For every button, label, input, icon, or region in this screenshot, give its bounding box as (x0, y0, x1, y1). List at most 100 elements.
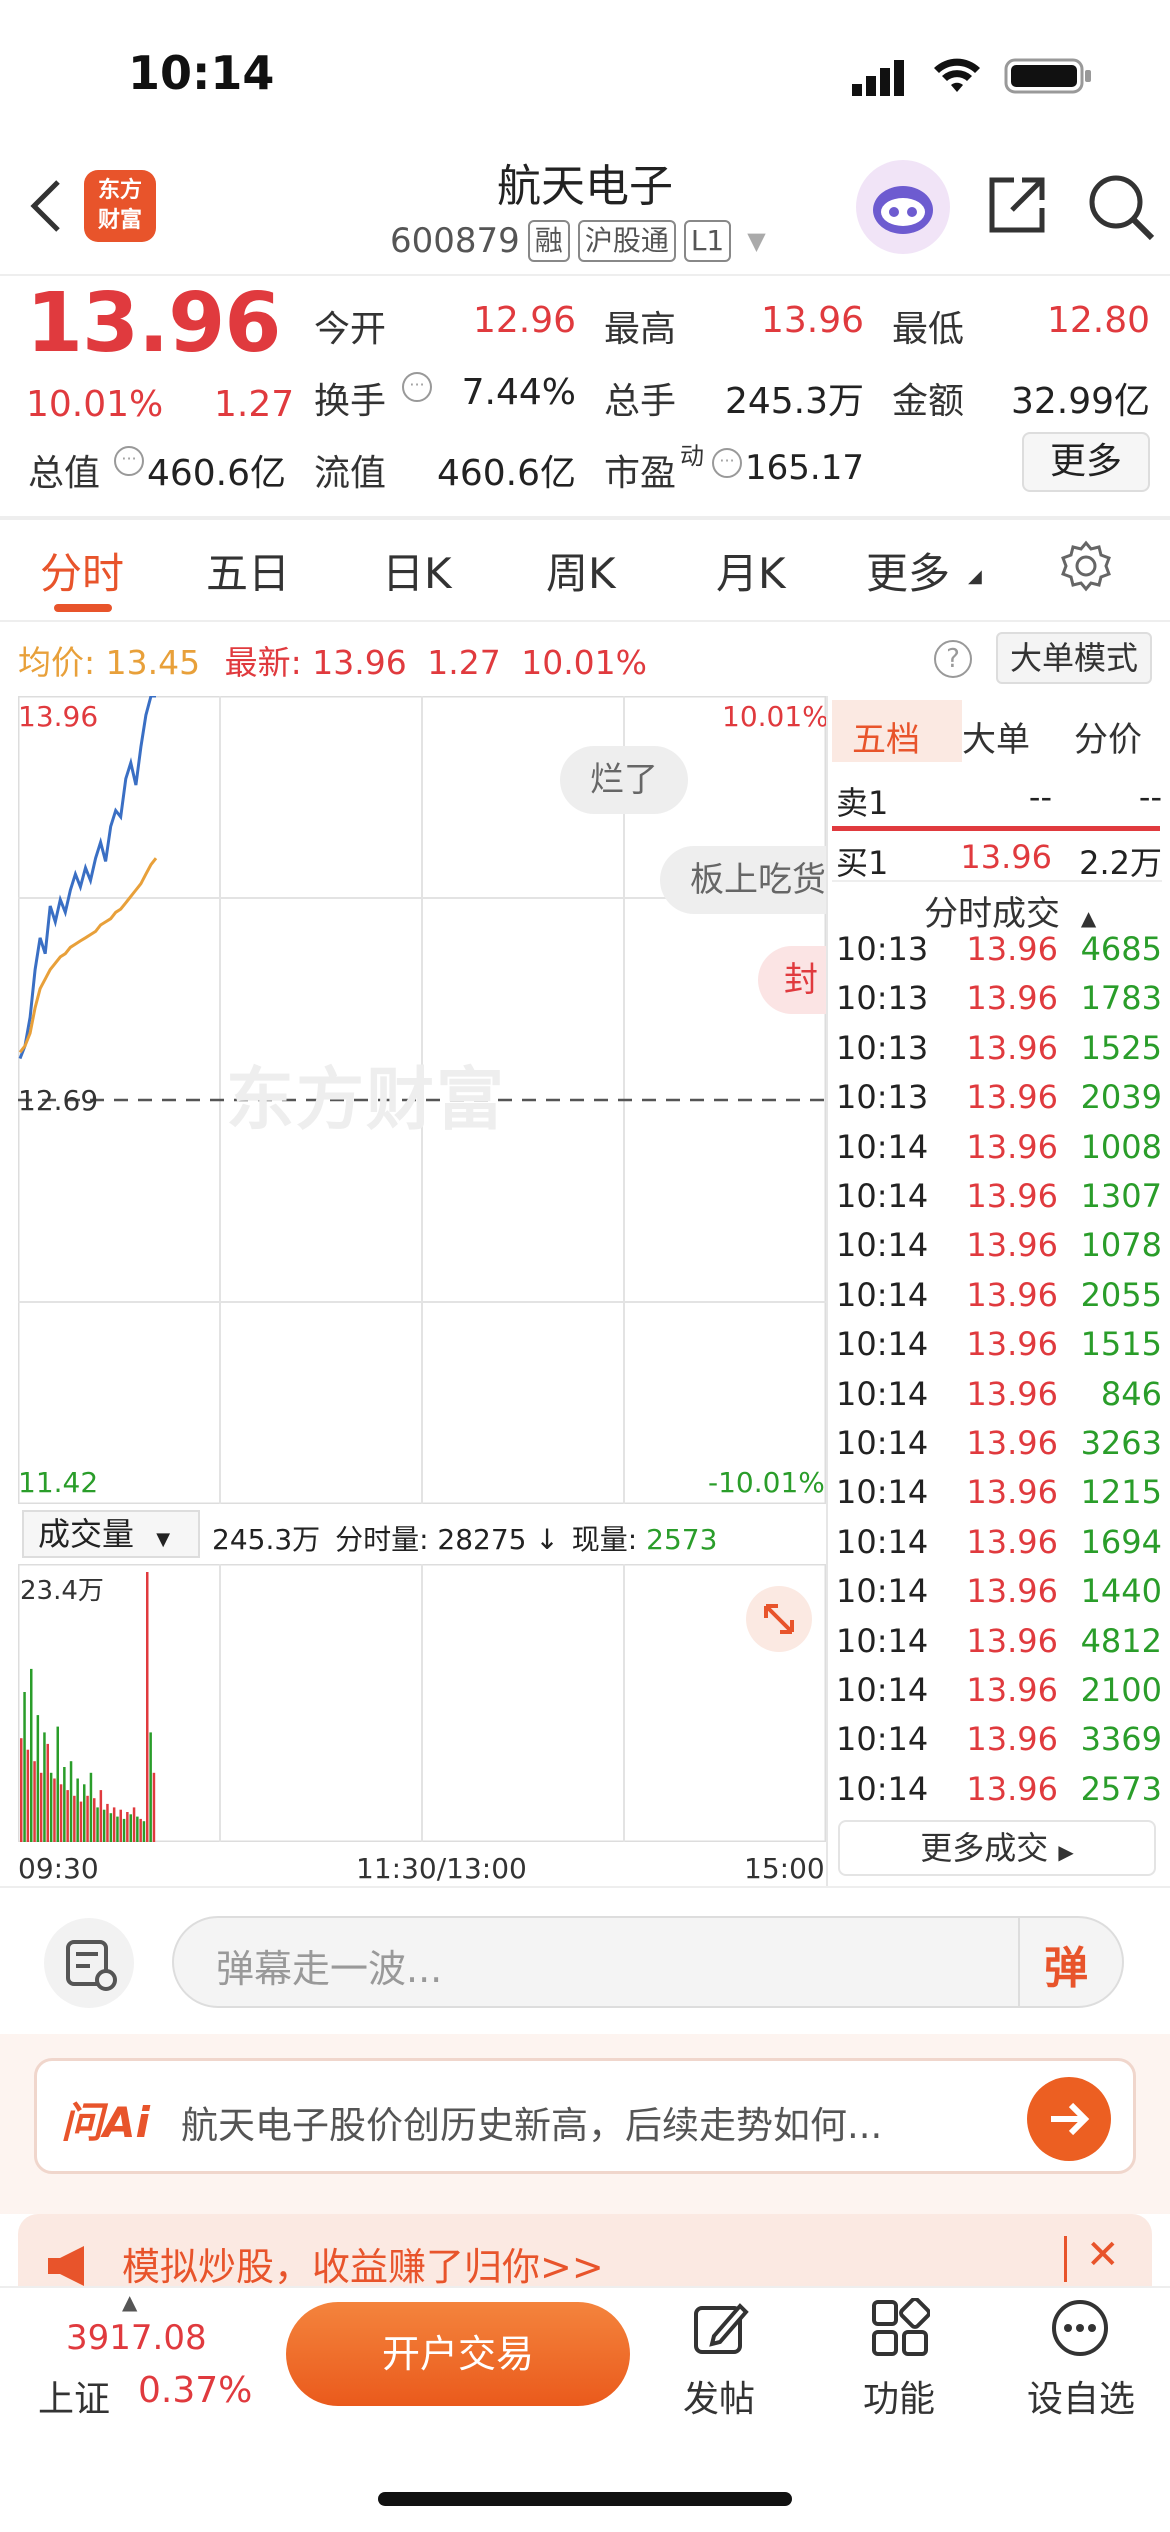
close-icon[interactable]: ✕ (1086, 2232, 1120, 2278)
share-icon[interactable] (984, 172, 1050, 242)
trade-volume: 3263 (1080, 1424, 1162, 1462)
trade-volume: 1215 (1080, 1473, 1162, 1512)
danmu-list-icon[interactable] (44, 1918, 134, 2008)
tab-intraday[interactable]: 分时 (40, 540, 124, 601)
value-open: 12.96 (472, 300, 576, 341)
tab-five-day[interactable]: 五日 (206, 540, 290, 601)
label-amount: 金额 (892, 381, 965, 422)
sell-1-vol: -- (1138, 778, 1162, 816)
trade-volume: 1440 (1080, 1572, 1162, 1611)
tab-monthly-k[interactable]: 月K (716, 540, 786, 601)
intraday-info: 均价: 13.45 最新: 13.96 1.27 10.01% (18, 636, 647, 684)
search-icon[interactable] (1086, 172, 1156, 246)
trade-time: 10:14 (836, 1473, 929, 1512)
trade-volume: 1307 (1080, 1177, 1162, 1215)
trade-row: 10:14 13.96 846 (836, 1375, 1162, 1424)
value-amount: 32.99亿 (1010, 381, 1150, 422)
big-order-mode-button[interactable]: 大单模式 (996, 632, 1152, 684)
more-trades-button[interactable]: 更多成交 ▶ (838, 1820, 1156, 1876)
trade-row: 10:13 13.96 4685 (836, 930, 1162, 979)
sell-1-label: 卖1 (836, 784, 889, 822)
volume-bar (73, 1795, 76, 1842)
price-line (18, 696, 156, 1060)
signal-icon (852, 58, 908, 102)
volume-bar (116, 1816, 119, 1842)
trade-volume: 1078 (1080, 1226, 1162, 1265)
tab-weekly-k[interactable]: 周K (546, 540, 616, 601)
sort-up-icon: ▲ (1080, 906, 1097, 930)
trade-time: 10:13 (836, 1078, 929, 1117)
settings-gear-icon[interactable] (1060, 540, 1112, 596)
label-open: 今开 (314, 309, 387, 350)
tab-daily-k[interactable]: 日K (382, 540, 452, 601)
trade-row: 10:14 13.96 1215 (836, 1473, 1162, 1522)
value-high: 13.96 (760, 300, 864, 341)
avg-label: 均价: (18, 643, 96, 682)
danmu-send-button[interactable]: 弹 (1044, 1932, 1088, 1996)
ai-question-box[interactable]: 问Ai 航天电子股价创历史新高，后续走势如何... (34, 2058, 1136, 2174)
trade-time: 10:14 (836, 1424, 929, 1462)
robot-avatar-icon[interactable] (856, 160, 950, 254)
volume-selector[interactable]: 成交量 ▼ (22, 1510, 200, 1558)
volume-bar (33, 1761, 36, 1842)
nav-functions[interactable]: 功能 (834, 2370, 964, 2422)
nav-post[interactable]: 发帖 (654, 2370, 784, 2422)
volume-bar (122, 1818, 126, 1842)
tab-more-arrow-icon: ◢ (968, 566, 982, 587)
value-float-cap: 460.6亿 (436, 453, 576, 494)
tag-connect: 沪股通 (577, 220, 676, 262)
info-icon[interactable]: ··· (402, 372, 432, 402)
volume-bar (146, 1572, 149, 1842)
value-low: 12.80 (1046, 300, 1150, 341)
index-pct[interactable]: 0.37% (138, 2370, 252, 2411)
stock-subtitle[interactable]: 600879 融 沪股通 L1 ▼ (390, 220, 766, 262)
minute-vol-value: 28275 (437, 1523, 527, 1556)
open-trade-button[interactable]: 开户交易 (286, 2302, 630, 2406)
input-divider (1018, 1918, 1020, 2006)
volume-bar (39, 1772, 43, 1842)
buy-1-label: 买1 (836, 844, 889, 882)
trade-row: 10:14 13.96 1515 (836, 1325, 1162, 1374)
trade-row: 10:14 13.96 1694 (836, 1523, 1162, 1572)
tab-big-orders[interactable]: 大单 (962, 712, 1030, 761)
help-icon[interactable]: ? (934, 640, 972, 678)
info-icon[interactable]: ··· (114, 446, 144, 476)
latest-pct: 10.01% (521, 643, 648, 682)
tab-order-book[interactable]: 五档 (852, 712, 920, 761)
trade-row: 10:13 13.96 1783 (836, 979, 1162, 1028)
arrow-right-icon[interactable] (1027, 2077, 1111, 2161)
volume-bar (89, 1772, 93, 1842)
danmu-input[interactable]: 弹幕走一波... 弹 (172, 1916, 1124, 2008)
more-stats-button[interactable]: 更多 (1022, 432, 1150, 492)
trades-title[interactable]: 分时成交 ▲ (924, 886, 1096, 935)
trade-volume: 2055 (1080, 1275, 1162, 1314)
trade-row: 10:14 13.96 1008 (836, 1128, 1162, 1177)
sell-1-price: -- (1028, 778, 1052, 816)
trade-time: 10:13 (836, 930, 929, 968)
info-icon[interactable]: ··· (712, 448, 742, 478)
trade-time: 10:13 (836, 979, 929, 1018)
trade-time: 10:14 (836, 1275, 929, 1314)
trade-price: 13.96 (966, 1275, 1058, 1314)
label-float-cap: 流值 (314, 453, 387, 494)
volume-chart[interactable] (18, 1564, 826, 1842)
axis-mid-price: 12.69 (18, 1084, 99, 1117)
current-price: 13.96 (26, 276, 281, 371)
volume-bar (112, 1807, 116, 1842)
trade-volume: 4685 (1080, 930, 1162, 968)
trade-volume: 2100 (1080, 1671, 1162, 1709)
volume-bar (43, 1732, 46, 1842)
nav-watchlist[interactable]: 设自选 (1016, 2370, 1146, 2422)
tab-price-dist[interactable]: 分价 (1074, 712, 1142, 761)
spread-line (832, 826, 1160, 831)
volume-bar (142, 1821, 146, 1842)
expand-icon[interactable] (746, 1586, 812, 1652)
grid-icon (870, 2297, 931, 2362)
trade-row: 10:14 13.96 1078 (836, 1226, 1162, 1275)
volume-bar (102, 1809, 106, 1842)
volume-bar (66, 1790, 69, 1842)
index-name[interactable]: 上证 (38, 2370, 110, 2422)
index-value[interactable]: 3917.08 (66, 2318, 207, 2358)
more-trades-label: 更多成交 (920, 1829, 1049, 1867)
tab-more[interactable]: 更多 (866, 540, 950, 601)
